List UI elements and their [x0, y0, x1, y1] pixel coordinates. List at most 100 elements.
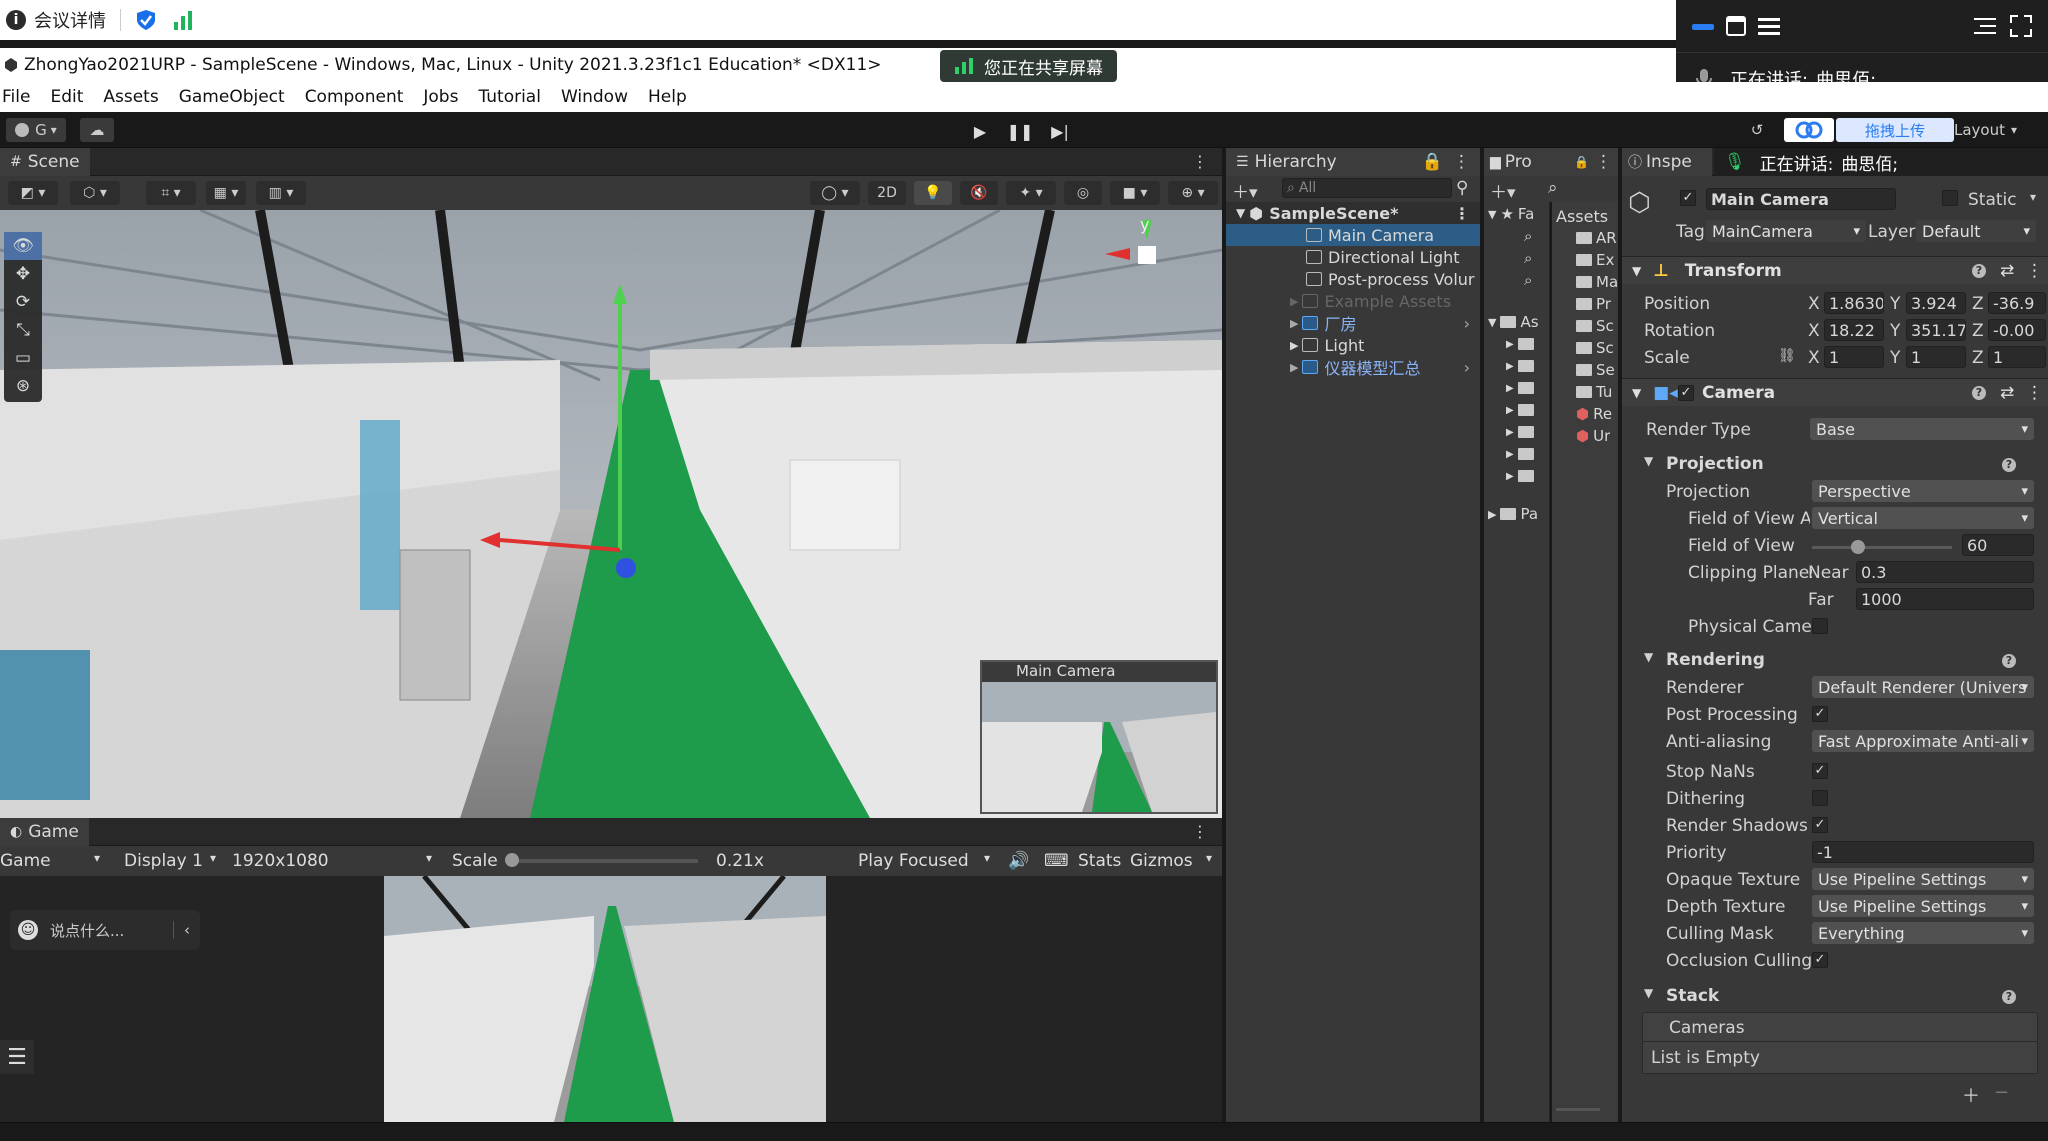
anti-aliasing-dropdown[interactable]: Fast Approximate Anti-ali [1812, 730, 2034, 752]
hierarchy-item[interactable]: ▶ Light [1226, 334, 1480, 356]
participant-list-button[interactable]: ☰ [0, 1040, 34, 1074]
search-filter-icon[interactable]: ⚲ [1456, 178, 1468, 198]
help-icon[interactable]: ? [1972, 264, 1986, 278]
camera-dropdown[interactable]: ■ ▾ [1110, 181, 1160, 205]
render-type-dropdown[interactable]: Base [1810, 418, 2034, 440]
audio-toggle[interactable]: 🔇 [960, 181, 998, 205]
fov-axis-dropdown[interactable]: Vertical [1812, 507, 2034, 529]
position-x-field[interactable]: 1.8630 [1824, 292, 1884, 314]
link-icon[interactable]: ⛓ [1778, 348, 1796, 364]
post-processing-checkbox[interactable]: ✓ [1812, 706, 1828, 722]
rotate-tool-button[interactable]: ⟳ [4, 288, 42, 316]
help-icon[interactable]: ? [2002, 654, 2016, 668]
renderer-dropdown[interactable]: Default Renderer (Univers [1812, 676, 2034, 698]
more-options-icon[interactable]: ⋮ [2026, 261, 2043, 281]
help-icon[interactable]: ? [2002, 990, 2016, 1004]
lock-icon[interactable]: 🔒 [1422, 152, 1443, 172]
camera-enabled-checkbox[interactable]: ✓ [1678, 385, 1694, 401]
packages-row[interactable]: ▶ Pa [1488, 504, 1538, 524]
account-dropdown[interactable]: G ▾ [6, 118, 66, 142]
stats-button[interactable]: Stats [1078, 851, 1121, 871]
active-checkbox[interactable]: ✓ [1680, 190, 1696, 206]
layout-dropdown[interactable]: Layout ▾ [1954, 118, 2046, 142]
more-options-icon[interactable]: ⋮ [1454, 204, 1470, 223]
lock-icon[interactable]: 🔒 [1574, 155, 1589, 169]
chat-input[interactable]: ☺ 说点什么... ‹ [10, 910, 200, 950]
rotation-z-field[interactable]: -0.00 [1988, 319, 2046, 341]
object-name-field[interactable]: Main Camera [1706, 188, 1896, 210]
project-item[interactable]: ⬢ Re [1576, 404, 1612, 424]
tab-hierarchy[interactable]: ☰ Hierarchy 🔒 ⋮ [1226, 147, 1480, 176]
menu-file[interactable]: File [2, 87, 30, 107]
shield-icon[interactable] [135, 8, 157, 32]
hierarchy-item[interactable]: Main Camera [1226, 224, 1480, 246]
fov-slider[interactable] [1812, 540, 1952, 554]
search-icon[interactable]: ⌕ [1548, 178, 1558, 198]
project-item[interactable]: Sc [1576, 316, 1614, 336]
remove-icon[interactable]: − [1994, 1082, 2009, 1103]
orientation-dropdown[interactable]: ◯ ▾ [810, 181, 860, 205]
collapse-icon[interactable]: ‹ [173, 921, 190, 939]
play-focused-dropdown[interactable]: Play Focused ▾ [858, 851, 998, 871]
position-y-field[interactable]: 3.924 [1906, 292, 1966, 314]
static-checkbox[interactable] [1942, 190, 1958, 206]
pause-button[interactable]: ❚❚ [1000, 118, 1040, 144]
more-options-icon[interactable]: ⋮ [1453, 152, 1470, 172]
game-view-dropdown[interactable]: Game ▾ [0, 851, 106, 871]
menu-edit[interactable]: Edit [50, 87, 83, 107]
hierarchy-item[interactable]: ▶ 厂房 › [1226, 312, 1480, 335]
priority-field[interactable]: -1 [1812, 841, 2034, 863]
hierarchy-search-input[interactable]: ⌕ All [1282, 178, 1452, 198]
opaque-texture-dropdown[interactable]: Use Pipeline Settings [1812, 868, 2034, 890]
hierarchy-item[interactable]: Post-process Volur [1226, 268, 1480, 290]
sharing-indicator[interactable]: 您正在共享屏幕 [940, 50, 1117, 82]
gizmos-dropdown[interactable]: Gizmos ▾ [1130, 851, 1218, 871]
position-z-field[interactable]: -36.9 [1988, 292, 2046, 314]
preset-icon[interactable]: ⇄ [2000, 261, 2014, 281]
projection-dropdown[interactable]: Perspective [1812, 480, 2034, 502]
increment-dropdown[interactable]: ▥ ▾ [256, 181, 306, 205]
zoom-slider[interactable] [1556, 1108, 1600, 1111]
tab-project[interactable]: ▆ Pro 🔒 ⋮ [1484, 147, 1618, 176]
fov-slider-thumb[interactable] [1851, 540, 1866, 554]
emoji-icon[interactable]: ☺ [18, 920, 38, 940]
project-item[interactable]: Pr [1576, 294, 1611, 314]
create-dropdown[interactable]: ＋▾ [1232, 178, 1258, 203]
menu-jobs[interactable]: Jobs [423, 87, 458, 107]
lighting-toggle[interactable]: 💡 [914, 181, 952, 205]
snap-dropdown[interactable]: ⌗ ▾ [146, 181, 196, 205]
scale-z-field[interactable]: 1 [1988, 346, 2046, 368]
mute-audio-icon[interactable]: 🔊 [1008, 851, 1029, 871]
signal-icon[interactable] [171, 8, 195, 32]
tab-inspector[interactable]: ⓘ Inspe [1622, 147, 1712, 176]
search-favorite-row[interactable]: ⌕ [1524, 248, 1532, 268]
window-icon[interactable] [1726, 16, 1746, 36]
rotation-y-field[interactable]: 351.17 [1906, 319, 1966, 341]
menu-component[interactable]: Component [305, 87, 404, 107]
depth-texture-dropdown[interactable]: Use Pipeline Settings [1812, 895, 2034, 917]
meeting-details-button[interactable]: i 会议详情 [6, 7, 106, 33]
chevron-right-icon[interactable]: › [1464, 358, 1470, 377]
cloud-button[interactable]: ☁ [80, 118, 114, 142]
project-item[interactable]: Ma [1576, 272, 1618, 292]
layer-dropdown[interactable]: Default [1916, 220, 2036, 242]
folder-row[interactable]: ▶ [1506, 400, 1538, 420]
expand-arrow-icon[interactable]: ▼ [1644, 650, 1653, 664]
tab-game[interactable]: ◐ Game [0, 817, 89, 846]
chevron-right-icon[interactable]: › [1464, 314, 1470, 333]
gizmos-dropdown[interactable]: ⊕ ▾ [1168, 181, 1218, 205]
hierarchy-item[interactable]: ▶ 仪器模型汇总 › [1226, 356, 1480, 379]
culling-mask-dropdown[interactable]: Everything [1812, 922, 2034, 944]
folder-row[interactable]: ▶ [1506, 356, 1538, 376]
project-item[interactable]: Se [1576, 360, 1615, 380]
expand-arrow-icon[interactable]: ▼ [1644, 986, 1653, 1000]
favorites-row[interactable]: ▼ ★ Fa [1488, 204, 1534, 224]
step-button[interactable]: ▶| [1040, 118, 1080, 144]
folder-row[interactable]: ▶ [1506, 466, 1538, 486]
menu-gameobject[interactable]: GameObject [179, 87, 285, 107]
hierarchy-scene-row[interactable]: ▼ ⬢ SampleScene* ⋮ [1226, 202, 1480, 224]
hierarchy-item[interactable]: ▶ Example Assets [1226, 290, 1480, 312]
dithering-checkbox[interactable] [1812, 790, 1828, 806]
grid-snap-dropdown[interactable]: ▦ ▾ [206, 181, 246, 205]
rotation-x-field[interactable]: 18.22 [1824, 319, 1884, 341]
